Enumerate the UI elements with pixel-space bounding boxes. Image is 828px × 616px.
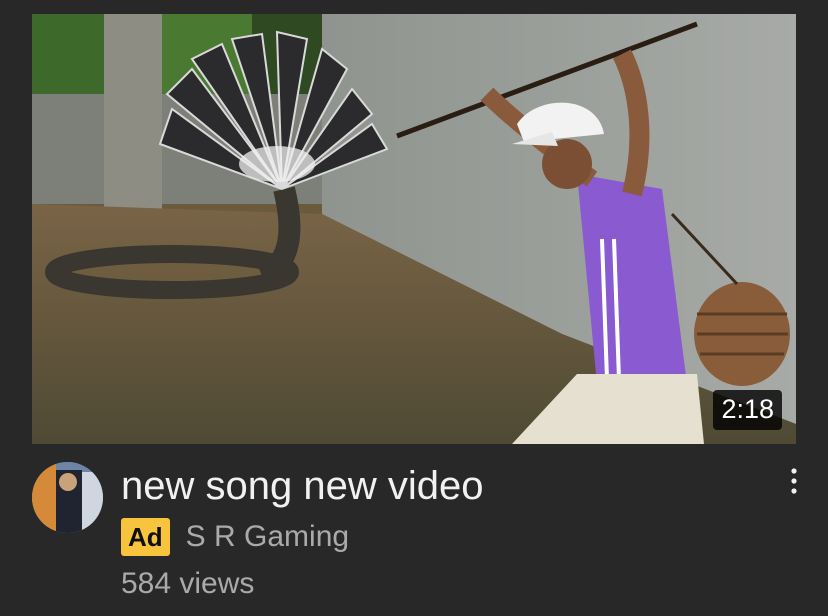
avatar-image [32, 462, 103, 533]
thumbnail-image [32, 14, 796, 444]
video-meta: Ad S R Gaming [121, 517, 349, 557]
view-count: 584 views [121, 567, 255, 600]
more-options-button[interactable] [776, 463, 812, 499]
video-title[interactable]: new song new video [121, 462, 758, 510]
channel-avatar[interactable] [32, 462, 103, 533]
channel-name[interactable]: S R Gaming [186, 520, 349, 554]
ad-badge: Ad [121, 518, 170, 556]
more-vert-icon [791, 468, 797, 494]
video-thumbnail[interactable]: 2:18 [32, 14, 796, 444]
duration-badge: 2:18 [713, 390, 782, 430]
